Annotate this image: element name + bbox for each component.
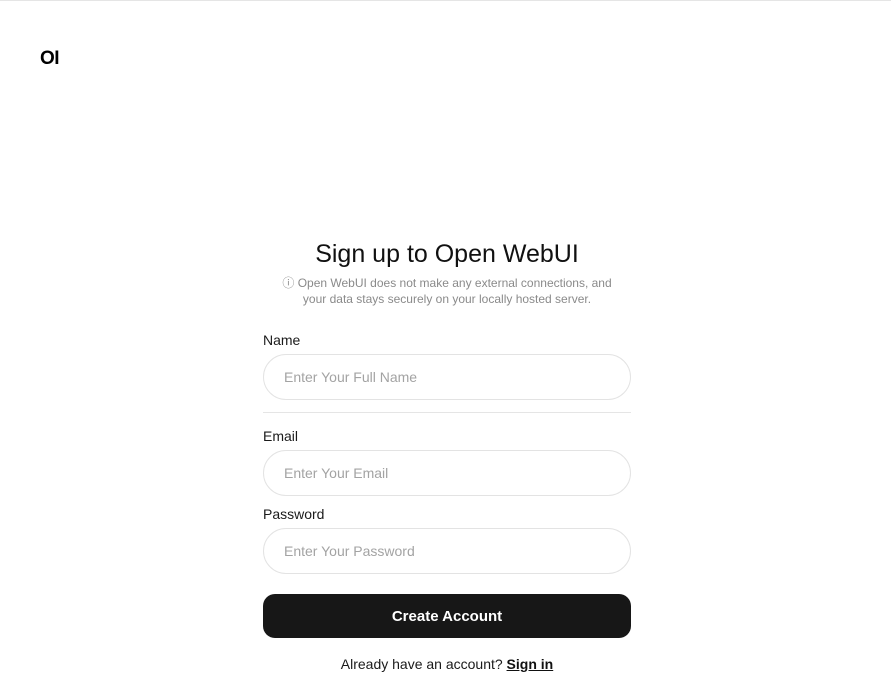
email-input[interactable] [263,450,631,496]
signup-form: Sign up to Open WebUI ⓘ Open WebUI does … [263,238,631,673]
privacy-notice-text: Open WebUI does not make any external co… [297,276,612,306]
top-border [0,0,891,1]
password-label: Password [263,506,325,522]
signin-prompt: Already have an account? [340,656,503,672]
page-title: Sign up to Open WebUI [315,240,579,268]
app-logo: OI [40,48,60,69]
password-input[interactable] [263,528,631,574]
info-icon: ⓘ [282,276,295,290]
privacy-notice: ⓘ Open WebUI does not make any external … [263,275,631,307]
name-input[interactable] [263,354,631,400]
signin-link[interactable]: Sign in [507,656,554,672]
create-account-button[interactable]: Create Account [263,594,631,638]
signin-row: Already have an account? Sign in [263,655,631,673]
name-label: Name [263,332,301,348]
email-label: Email [263,428,299,444]
